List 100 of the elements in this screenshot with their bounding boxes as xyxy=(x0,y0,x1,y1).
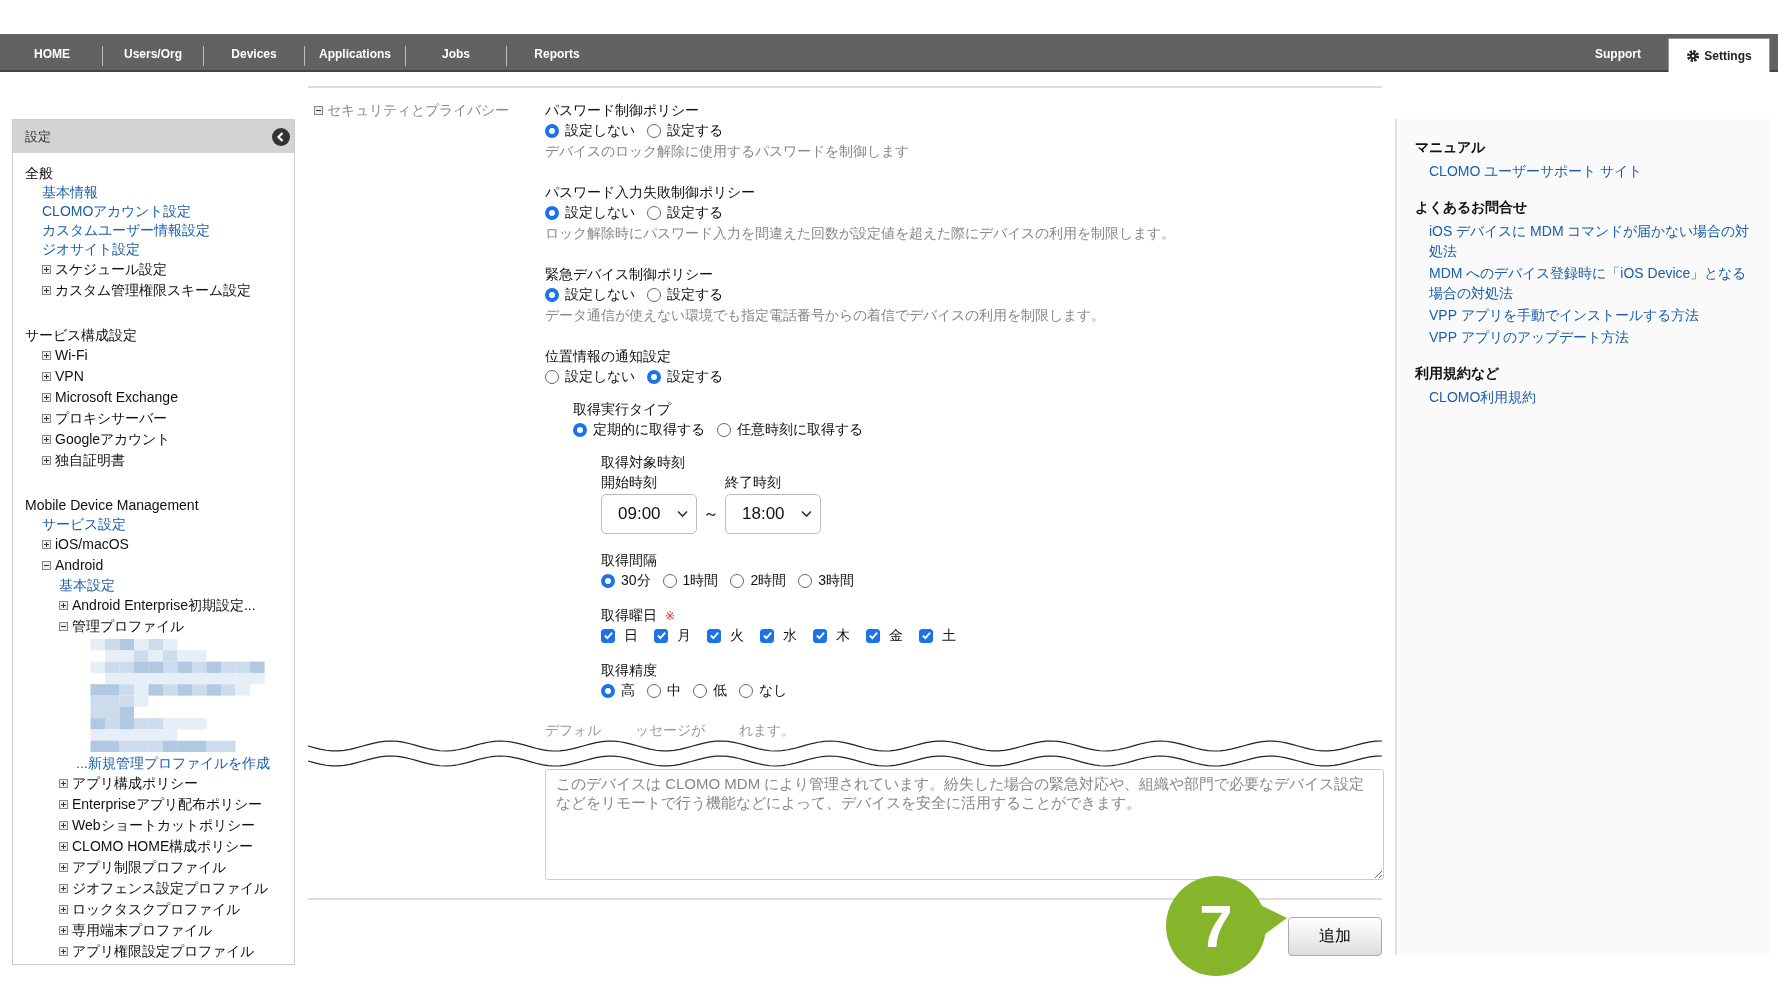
nav-tab[interactable]: Support xyxy=(1568,38,1668,70)
tree-item[interactable]: Microsoft Exchange xyxy=(42,387,178,408)
tree-item[interactable]: プロキシサーバー xyxy=(42,408,167,429)
nav-link[interactable]: カスタムユーザー情報設定 xyxy=(42,221,210,240)
tree-item[interactable]: 専用端末プロファイル xyxy=(59,920,212,941)
tree-item[interactable]: アプリ制限プロファイル xyxy=(59,857,226,878)
tree-item[interactable]: Wi-Fi xyxy=(42,345,88,366)
radio-button[interactable] xyxy=(545,287,559,302)
tree-item[interactable]: VPN xyxy=(42,366,84,387)
checkbox[interactable] xyxy=(813,628,827,643)
nav-tab[interactable]: HOME xyxy=(2,38,102,70)
tree-item[interactable]: Enterpriseアプリ配布ポリシー xyxy=(59,794,262,815)
checkbox-option[interactable]: 火 xyxy=(707,626,744,645)
time-select[interactable]: 09:00 xyxy=(601,494,697,534)
radio-option[interactable]: 設定しない xyxy=(545,203,635,222)
help-link[interactable]: CLOMO利用規約 xyxy=(1429,387,1759,407)
tree-item[interactable]: Android Enterprise初期設定... xyxy=(59,595,256,616)
radio-option[interactable]: 任意時刻に取得する xyxy=(717,420,863,439)
time-select[interactable]: 18:00 xyxy=(725,494,821,534)
checkbox[interactable] xyxy=(601,628,615,643)
radio-option[interactable]: 設定しない xyxy=(545,367,635,386)
radio-option[interactable]: 設定する xyxy=(647,121,723,140)
radio-option[interactable]: 低 xyxy=(693,681,727,700)
radio-button[interactable] xyxy=(601,683,615,698)
checkbox-option[interactable]: 月 xyxy=(654,626,691,645)
tree-item[interactable]: カスタム管理権限スキーム設定 xyxy=(42,280,251,301)
checkbox-option[interactable]: 日 xyxy=(601,626,638,645)
radio-button[interactable] xyxy=(730,573,745,588)
radio-button[interactable] xyxy=(739,683,753,698)
tree-item[interactable]: Webショートカットポリシー xyxy=(59,815,255,836)
checkbox-option[interactable]: 木 xyxy=(813,626,850,645)
radio-option[interactable]: 設定しない xyxy=(545,121,635,140)
nav-tab[interactable]: Reports xyxy=(507,38,607,70)
radio-button[interactable] xyxy=(647,205,661,220)
tree-item[interactable]: スケジュール設定 xyxy=(42,259,167,280)
tree-item[interactable]: Googleアカウント xyxy=(42,429,171,450)
radio-button[interactable] xyxy=(717,422,731,437)
help-link[interactable]: MDM へのデバイス登録時に「iOS Device」となる場合の対処法 xyxy=(1429,263,1759,303)
radio-button[interactable] xyxy=(573,422,587,437)
radio-option[interactable]: 定期的に取得する xyxy=(573,420,705,439)
radio-option[interactable]: 設定する xyxy=(647,285,723,304)
nav-tab[interactable]: Jobs xyxy=(406,38,506,70)
radio-button[interactable] xyxy=(647,369,661,384)
radio-button[interactable] xyxy=(601,573,615,588)
nav-link[interactable]: 基本情報 xyxy=(42,183,98,202)
checkbox[interactable] xyxy=(866,628,880,643)
checkbox-option[interactable]: 金 xyxy=(866,626,903,645)
tree-item[interactable]: アプリ構成ポリシー xyxy=(59,773,198,794)
radio-button[interactable] xyxy=(647,683,661,698)
radio-option[interactable]: 設定しない xyxy=(545,285,635,304)
nav-tab[interactable]: Users/Org xyxy=(103,38,203,70)
radio-button[interactable] xyxy=(662,573,677,588)
nav-link[interactable]: ジオサイト設定 xyxy=(42,240,140,259)
help-link[interactable]: VPP アプリのアップデート方法 xyxy=(1429,327,1759,347)
checkbox[interactable] xyxy=(760,628,774,643)
checkbox[interactable] xyxy=(654,628,668,643)
radio-option[interactable]: 設定する xyxy=(647,203,723,222)
nav-tab[interactable]: Applications xyxy=(305,38,405,70)
tree-item[interactable]: ジオフェンス設定プロファイル xyxy=(59,878,268,899)
nav-link[interactable]: ...新規管理プロファイルを作成 xyxy=(76,754,270,773)
radio-option[interactable]: 中 xyxy=(647,681,681,700)
radio-button[interactable] xyxy=(798,573,813,588)
section-toggle[interactable]: セキュリティとプライバシー xyxy=(314,100,509,120)
checkbox[interactable] xyxy=(707,628,721,643)
help-heading: マニュアル xyxy=(1415,138,1485,157)
checkbox-option[interactable]: 水 xyxy=(760,626,797,645)
radio-button[interactable] xyxy=(545,369,559,384)
nav-link[interactable]: 基本設定 xyxy=(59,576,115,595)
checkbox[interactable] xyxy=(919,628,933,643)
collapse-button[interactable] xyxy=(272,127,290,146)
radio-option[interactable]: 1時間 xyxy=(662,571,719,590)
add-button[interactable]: 追加 xyxy=(1288,916,1382,956)
help-link[interactable]: CLOMO ユーザーサポート サイト xyxy=(1429,161,1759,181)
radio-option[interactable]: 30分 xyxy=(601,571,651,590)
radio-option[interactable]: なし xyxy=(739,681,787,700)
radio-option[interactable]: 設定する xyxy=(647,367,723,386)
tree-item[interactable]: 独自証明書 xyxy=(42,450,125,471)
help-heading: 利用規約など xyxy=(1415,364,1499,383)
radio-option[interactable]: 2時間 xyxy=(730,571,787,590)
tree-item[interactable]: 管理プロファイル xyxy=(59,616,184,637)
nav-link[interactable]: CLOMOアカウント設定 xyxy=(42,202,192,221)
radio-button[interactable] xyxy=(647,287,661,302)
nav-link[interactable]: サービス設定 xyxy=(42,515,126,534)
radio-button[interactable] xyxy=(647,123,661,138)
help-link[interactable]: VPP アプリを手動でインストールする方法 xyxy=(1429,305,1759,325)
checkbox-option[interactable]: 土 xyxy=(919,626,956,645)
radio-button[interactable] xyxy=(693,683,707,698)
help-link[interactable]: iOS デバイスに MDM コマンドが届かない場合の対処法 xyxy=(1429,221,1759,261)
radio-button[interactable] xyxy=(545,205,559,220)
radio-option[interactable]: 3時間 xyxy=(798,571,854,590)
tree-item[interactable]: CLOMO HOME構成ポリシー xyxy=(59,836,254,857)
radio-option[interactable]: 高 xyxy=(601,681,635,700)
message-field[interactable]: このデバイスは CLOMO MDM により管理されています。紛失した場合の緊急対応や、組織や部門で必要なデバイス設定などをリモートで行う機能などによって、デバイスを安全に活用することができます。 xyxy=(545,769,1384,880)
tree-item[interactable]: ロックタスクプロファイル xyxy=(59,899,240,920)
tree-item[interactable]: iOS/macOS xyxy=(42,534,129,555)
radio-button[interactable] xyxy=(545,123,559,138)
tree-item[interactable]: Android xyxy=(42,555,104,576)
tree-item[interactable]: アプリ権限設定プロファイル xyxy=(59,941,254,962)
nav-tab[interactable]: Settings xyxy=(1668,38,1770,72)
nav-tab[interactable]: Devices xyxy=(204,38,304,70)
